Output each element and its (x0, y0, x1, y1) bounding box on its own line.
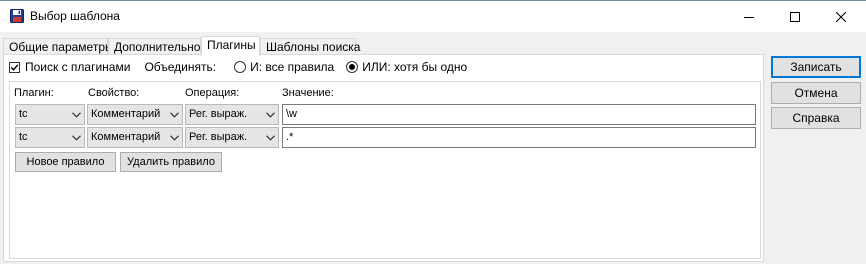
maximize-button[interactable] (772, 1, 818, 32)
new-rule-button[interactable]: Новое правило (15, 152, 116, 172)
combine-or-label[interactable]: ИЛИ: хотя бы одно (362, 60, 467, 74)
chevron-down-icon (266, 112, 275, 118)
tab-search-templates[interactable]: Шаблоны поиска (260, 38, 360, 55)
save-button[interactable]: Записать (771, 56, 861, 78)
rule-1-operation-value: Рег. выраж. (189, 108, 248, 120)
tab-general[interactable]: Общие параметры (3, 38, 114, 55)
plugins-panel: Поиск с плагинами Объединять: И: все пра… (3, 54, 764, 262)
tab-advanced[interactable]: Дополнительно (108, 38, 201, 55)
combine-and-label[interactable]: И: все правила (250, 60, 334, 74)
radio-selected-dot (349, 64, 356, 70)
rules-group: Плагин: Свойство: Операция: Значение: tc… (9, 81, 761, 259)
window-title: Выбор шаблона (30, 9, 120, 23)
column-header-operation: Операция: (185, 87, 240, 99)
rule-2-operation-value: Рег. выраж. (189, 131, 248, 143)
help-button[interactable]: Справка (771, 107, 861, 129)
cancel-button[interactable]: Отмена (771, 82, 861, 104)
close-icon (836, 11, 846, 22)
delete-rule-button[interactable]: Удалить правило (120, 152, 222, 172)
combine-and-radio[interactable] (234, 61, 247, 73)
rule-2-value-input[interactable]: .* (282, 127, 756, 148)
rule-2-plugin-select[interactable]: tc (15, 127, 85, 148)
rule-1-operation-select[interactable]: Рег. выраж. (185, 104, 279, 125)
close-button[interactable] (818, 1, 864, 32)
rule-2-plugin-value: tc (19, 131, 28, 143)
column-header-value: Значение: (282, 87, 334, 99)
rule-1-value-input[interactable]: \w (282, 104, 756, 125)
title-bar[interactable]: Выбор шаблона (0, 1, 866, 32)
plugin-options-row: Поиск с плагинами Объединять: И: все пра… (9, 59, 467, 75)
chevron-down-icon (170, 112, 179, 118)
search-with-plugins-label[interactable]: Поиск с плагинами (25, 60, 130, 74)
rule-1-property-value: Комментарий (91, 108, 161, 120)
tab-plugins[interactable]: Плагины (201, 36, 260, 56)
rule-1-property-select[interactable]: Комментарий (87, 104, 183, 125)
rule-2-operation-select[interactable]: Рег. выраж. (185, 127, 279, 148)
minimize-icon (744, 12, 754, 22)
chevron-down-icon (170, 135, 179, 141)
rule-2-property-select[interactable]: Комментарий (87, 127, 183, 148)
combine-label: Объединять: (144, 60, 217, 74)
dialog-window: Выбор шаблона Общие параметры Дополнител… (0, 0, 866, 264)
dialog-client-area: Общие параметры Дополнительно Плагины Ша… (0, 32, 866, 264)
search-with-plugins-checkbox[interactable] (9, 61, 20, 73)
combine-or-radio[interactable] (346, 61, 359, 73)
floppy-disk-icon (10, 9, 24, 23)
rule-2-property-value: Комментарий (91, 131, 161, 143)
rule-1-plugin-value: tc (19, 108, 28, 120)
column-header-plugin: Плагин: (14, 87, 54, 99)
maximize-icon (790, 11, 800, 22)
chevron-down-icon (72, 135, 81, 141)
chevron-down-icon (266, 135, 275, 141)
rule-1-plugin-select[interactable]: tc (15, 104, 85, 125)
column-header-property: Свойство: (88, 87, 140, 99)
chevron-down-icon (72, 112, 81, 118)
minimize-button[interactable] (726, 1, 772, 32)
